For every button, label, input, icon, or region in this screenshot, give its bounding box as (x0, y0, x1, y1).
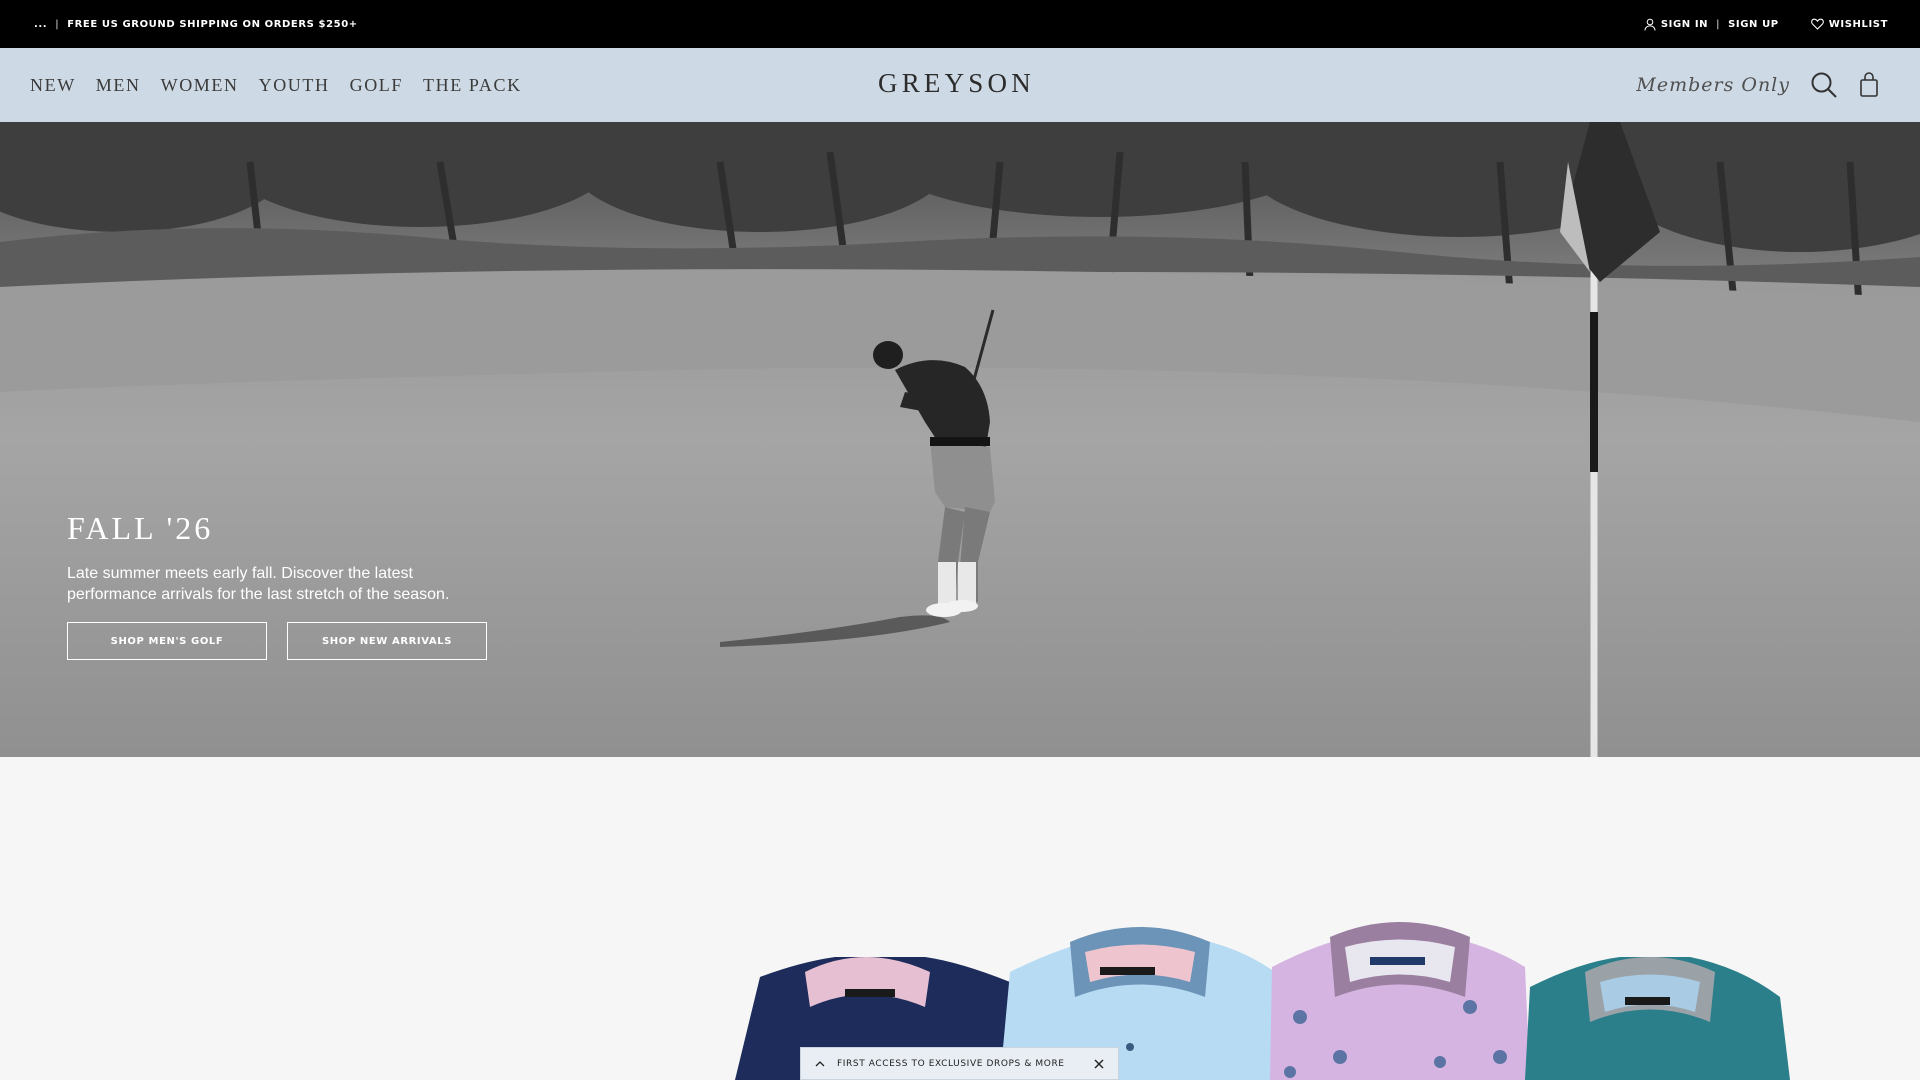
nav-utilities: Members Only (1636, 48, 1880, 122)
signup-banner-text: FIRST ACCESS TO EXCLUSIVE DROPS & MORE (837, 1058, 1065, 1069)
product-showcase (0, 757, 1920, 1080)
shopping-bag-icon (1860, 72, 1878, 97)
shop-mens-golf-button[interactable]: SHOP MEN'S GOLF (67, 622, 267, 660)
signup-banner[interactable]: FIRST ACCESS TO EXCLUSIVE DROPS & MORE (800, 1047, 1119, 1080)
shop-new-arrivals-button[interactable]: SHOP NEW ARRIVALS (287, 622, 487, 660)
divider: | (55, 18, 60, 30)
heart-icon (1810, 18, 1824, 30)
chevron-up-icon[interactable] (815, 1060, 825, 1067)
wishlist-link[interactable]: WISHLIST (1810, 18, 1888, 30)
polo-shirts-image[interactable] (0, 757, 1920, 1080)
greyson-logo[interactable]: GREYSON (878, 68, 1035, 99)
shipping-message[interactable]: FREE US GROUND SHIPPING ON ORDERS $250+ (67, 19, 358, 30)
user-icon (1644, 18, 1656, 31)
hero-copy: FALL '26 Late summer meets early fall. D… (67, 510, 507, 660)
wishlist-label: WISHLIST (1828, 18, 1888, 30)
nav-link-golf[interactable]: GOLF (350, 75, 403, 96)
hero-title: FALL '26 (67, 510, 214, 546)
search-button[interactable] (1810, 71, 1838, 99)
hero-subtitle: Late summer meets early fall. Discover t… (67, 565, 450, 603)
search-icon (1811, 72, 1837, 98)
cart-button[interactable] (1858, 72, 1880, 98)
sign-in-label: SIGN IN (1660, 18, 1709, 30)
main-nav: NEW MEN WOMEN YOUTH GOLF THE PACK GREYSO… (0, 48, 1920, 122)
nav-link-women[interactable]: WOMEN (161, 75, 239, 96)
announcement-left: ... | FREE US GROUND SHIPPING ON ORDERS … (34, 19, 358, 30)
members-only-link[interactable]: Members Only (1636, 74, 1790, 96)
nav-links: NEW MEN WOMEN YOUTH GOLF THE PACK (30, 48, 522, 122)
sign-up-link[interactable]: SIGN UP (1728, 19, 1779, 30)
nav-link-new[interactable]: NEW (30, 75, 76, 96)
hero-buttons: SHOP MEN'S GOLF SHOP NEW ARRIVALS (67, 622, 507, 660)
nav-link-the-pack[interactable]: THE PACK (423, 75, 522, 96)
nav-link-youth[interactable]: YOUTH (259, 75, 330, 96)
close-icon[interactable] (1094, 1059, 1104, 1069)
account-links: SIGN IN | SIGN UP WISHLIST (1644, 18, 1888, 31)
nav-link-men[interactable]: MEN (96, 75, 141, 96)
announcement-bar: ... | FREE US GROUND SHIPPING ON ORDERS … (0, 0, 1920, 48)
divider: | (1716, 18, 1721, 30)
hero-banner: FALL '26 Late summer meets early fall. D… (0, 122, 1920, 757)
sign-in-link[interactable]: SIGN IN (1644, 18, 1708, 31)
hero-image (0, 122, 1920, 757)
more-dots[interactable]: ... (34, 19, 47, 30)
